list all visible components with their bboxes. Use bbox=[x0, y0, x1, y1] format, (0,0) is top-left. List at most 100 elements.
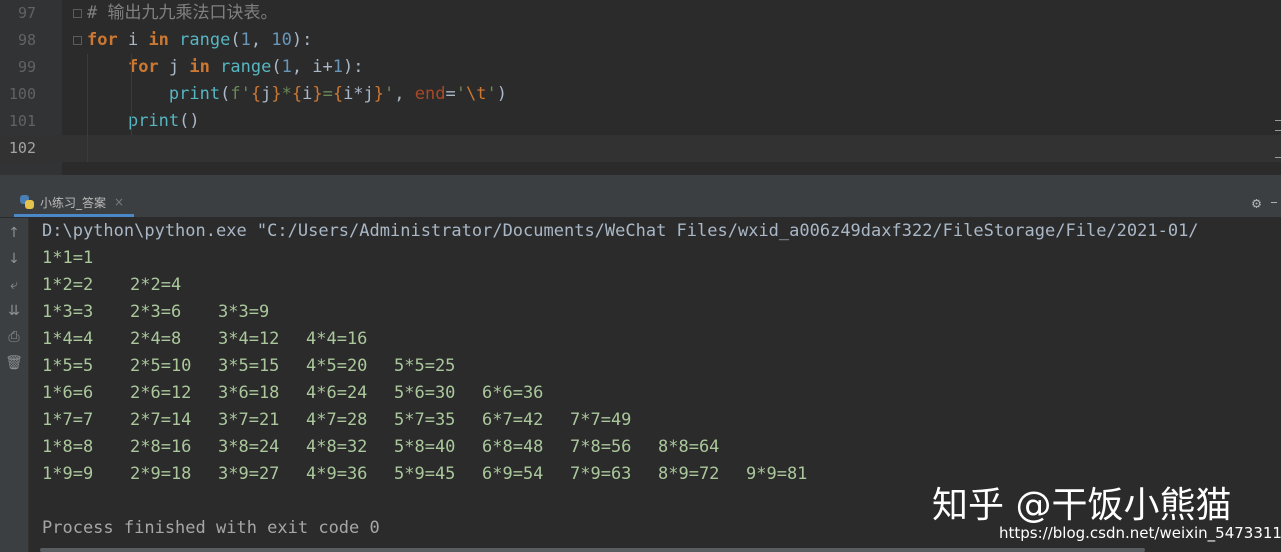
product-entry: 5*9=45 bbox=[394, 464, 456, 484]
trash-icon[interactable]: 🗑 bbox=[4, 353, 24, 373]
product-entry: 9*9=81 bbox=[746, 464, 808, 484]
code-token: ): bbox=[343, 57, 364, 77]
error-stripe bbox=[1275, 0, 1281, 175]
code-token: end bbox=[414, 84, 446, 104]
product-entry: 2*8=16 bbox=[130, 437, 192, 457]
run-toolbar: ↑ ↓ ⤶ ⇊ ⎙ 🗑 bbox=[0, 218, 29, 552]
code-token: j bbox=[261, 84, 272, 104]
product-entry: 4*5=20 bbox=[306, 356, 368, 376]
product-entry: 3*8=24 bbox=[218, 437, 280, 457]
gear-icon[interactable]: ⚙ bbox=[1252, 194, 1261, 212]
product-entry: 2*4=8 bbox=[130, 329, 182, 349]
product-entry: 1*5=5 bbox=[42, 356, 94, 376]
code-token: ) bbox=[496, 84, 507, 104]
line-number: 101 bbox=[8, 112, 36, 130]
product-entry: 4*9=36 bbox=[306, 464, 368, 484]
arrow-up-icon[interactable]: ↑ bbox=[4, 223, 24, 243]
code-token: () bbox=[179, 111, 200, 131]
run-tab[interactable]: 小练习_答案 × bbox=[14, 190, 135, 217]
indent-guide bbox=[131, 54, 132, 135]
code-token: * bbox=[281, 84, 292, 104]
watermark-url: https://blog.csdn.net/weixin_54733110 bbox=[999, 524, 1281, 542]
horizontal-scrollbar[interactable] bbox=[40, 548, 1145, 552]
code-text: for j in range(1, i+1): bbox=[87, 54, 364, 81]
code-text: # 输出九九乘法口诀表。 bbox=[87, 0, 277, 27]
panel-splitter[interactable] bbox=[0, 175, 1281, 191]
code-text: print() bbox=[87, 108, 200, 135]
code-token: 1 bbox=[281, 57, 292, 77]
arrow-down-icon[interactable]: ↓ bbox=[4, 249, 24, 269]
product-entry: 1*8=8 bbox=[42, 437, 94, 457]
product-entry: 8*8=64 bbox=[658, 437, 720, 457]
code-token: range bbox=[220, 57, 272, 77]
fold-marker-icon[interactable] bbox=[73, 36, 82, 45]
code-token: ): bbox=[291, 30, 313, 50]
code-token: = bbox=[322, 84, 333, 104]
code-token: ( bbox=[271, 57, 282, 77]
product-entry: 2*9=18 bbox=[130, 464, 192, 484]
product-entry: 5*6=30 bbox=[394, 383, 456, 403]
product-entry: 5*8=40 bbox=[394, 437, 456, 457]
code-token: , bbox=[250, 30, 272, 50]
soft-wrap-icon[interactable]: ⤶ bbox=[4, 275, 24, 295]
product-entry: 4*8=32 bbox=[306, 437, 368, 457]
editor-line[interactable]: 98 for i in range(1, 10): bbox=[0, 27, 1281, 54]
exit-message: Process finished with exit code 0 bbox=[42, 518, 380, 538]
code-token: \t bbox=[465, 84, 487, 104]
code-token: ' bbox=[384, 84, 395, 104]
product-entry: 7*9=63 bbox=[570, 464, 632, 484]
product-entry: 1*4=4 bbox=[42, 329, 94, 349]
indent-guide bbox=[87, 54, 88, 162]
product-entry: 2*3=6 bbox=[130, 302, 182, 322]
product-entry: 1*1=1 bbox=[42, 248, 94, 268]
close-icon[interactable]: × bbox=[114, 195, 124, 209]
editor-line[interactable]: 97 # 输出九九乘法口诀表。 bbox=[0, 0, 1281, 27]
line-number: 98 bbox=[17, 31, 36, 49]
code-text: for i in range(1, 10): bbox=[87, 27, 312, 54]
print-icon[interactable]: ⎙ bbox=[4, 327, 24, 347]
code-token: { bbox=[250, 84, 262, 104]
run-tab-label: 小练习_答案 bbox=[40, 195, 107, 210]
code-token: , i+ bbox=[291, 57, 333, 77]
run-tool-window-header: 小练习_答案 × ⚙ bbox=[0, 190, 1281, 218]
editor-line[interactable]: 102 bbox=[0, 135, 1281, 162]
product-entry: 6*8=48 bbox=[482, 437, 544, 457]
product-entry: 2*2=4 bbox=[130, 275, 182, 295]
product-entry: 1*2=2 bbox=[42, 275, 94, 295]
code-token: ' bbox=[486, 84, 497, 104]
hide-icon[interactable] bbox=[1271, 202, 1277, 203]
console-command: D:\python\python.exe "C:/Users/Administr… bbox=[42, 221, 1199, 241]
product-entry: 3*6=18 bbox=[218, 383, 280, 403]
code-token: } bbox=[312, 84, 323, 104]
product-entry: 6*6=36 bbox=[482, 383, 544, 403]
code-editor[interactable]: 97 # 输出九九乘法口诀表。 98 for i in range(1, 10): 99… bbox=[0, 0, 1281, 175]
line-number: 100 bbox=[8, 85, 36, 103]
code-token: 1 bbox=[332, 57, 344, 77]
product-entry: 6*7=42 bbox=[482, 410, 544, 430]
product-entry: 2*7=14 bbox=[130, 410, 192, 430]
editor-line[interactable]: 100 print(f'{j}*{i}={i*j}', end='\t') bbox=[0, 81, 1281, 108]
product-entry: 1*7=7 bbox=[42, 410, 94, 430]
product-entry: 1*9=9 bbox=[42, 464, 94, 484]
editor-line[interactable]: 99 for j in range(1, i+1): bbox=[0, 54, 1281, 81]
fold-marker-icon[interactable] bbox=[73, 9, 82, 18]
python-icon bbox=[20, 195, 34, 209]
line-number: 97 bbox=[17, 4, 36, 22]
line-number: 99 bbox=[17, 58, 36, 76]
product-entry: 8*9=72 bbox=[658, 464, 720, 484]
code-token: print bbox=[127, 111, 180, 131]
scroll-to-end-icon[interactable]: ⇊ bbox=[4, 301, 24, 321]
code-token: } bbox=[271, 84, 282, 104]
product-entry: 3*9=27 bbox=[218, 464, 280, 484]
code-token: for bbox=[87, 30, 118, 50]
editor-line[interactable]: 101 print() bbox=[0, 108, 1281, 135]
code-token: { bbox=[291, 84, 303, 104]
code-token: = bbox=[445, 84, 456, 104]
code-token: f' bbox=[230, 84, 251, 104]
product-entry: 4*6=24 bbox=[306, 383, 368, 403]
product-entry: 5*5=25 bbox=[394, 356, 456, 376]
code-token: 1 bbox=[240, 30, 251, 50]
